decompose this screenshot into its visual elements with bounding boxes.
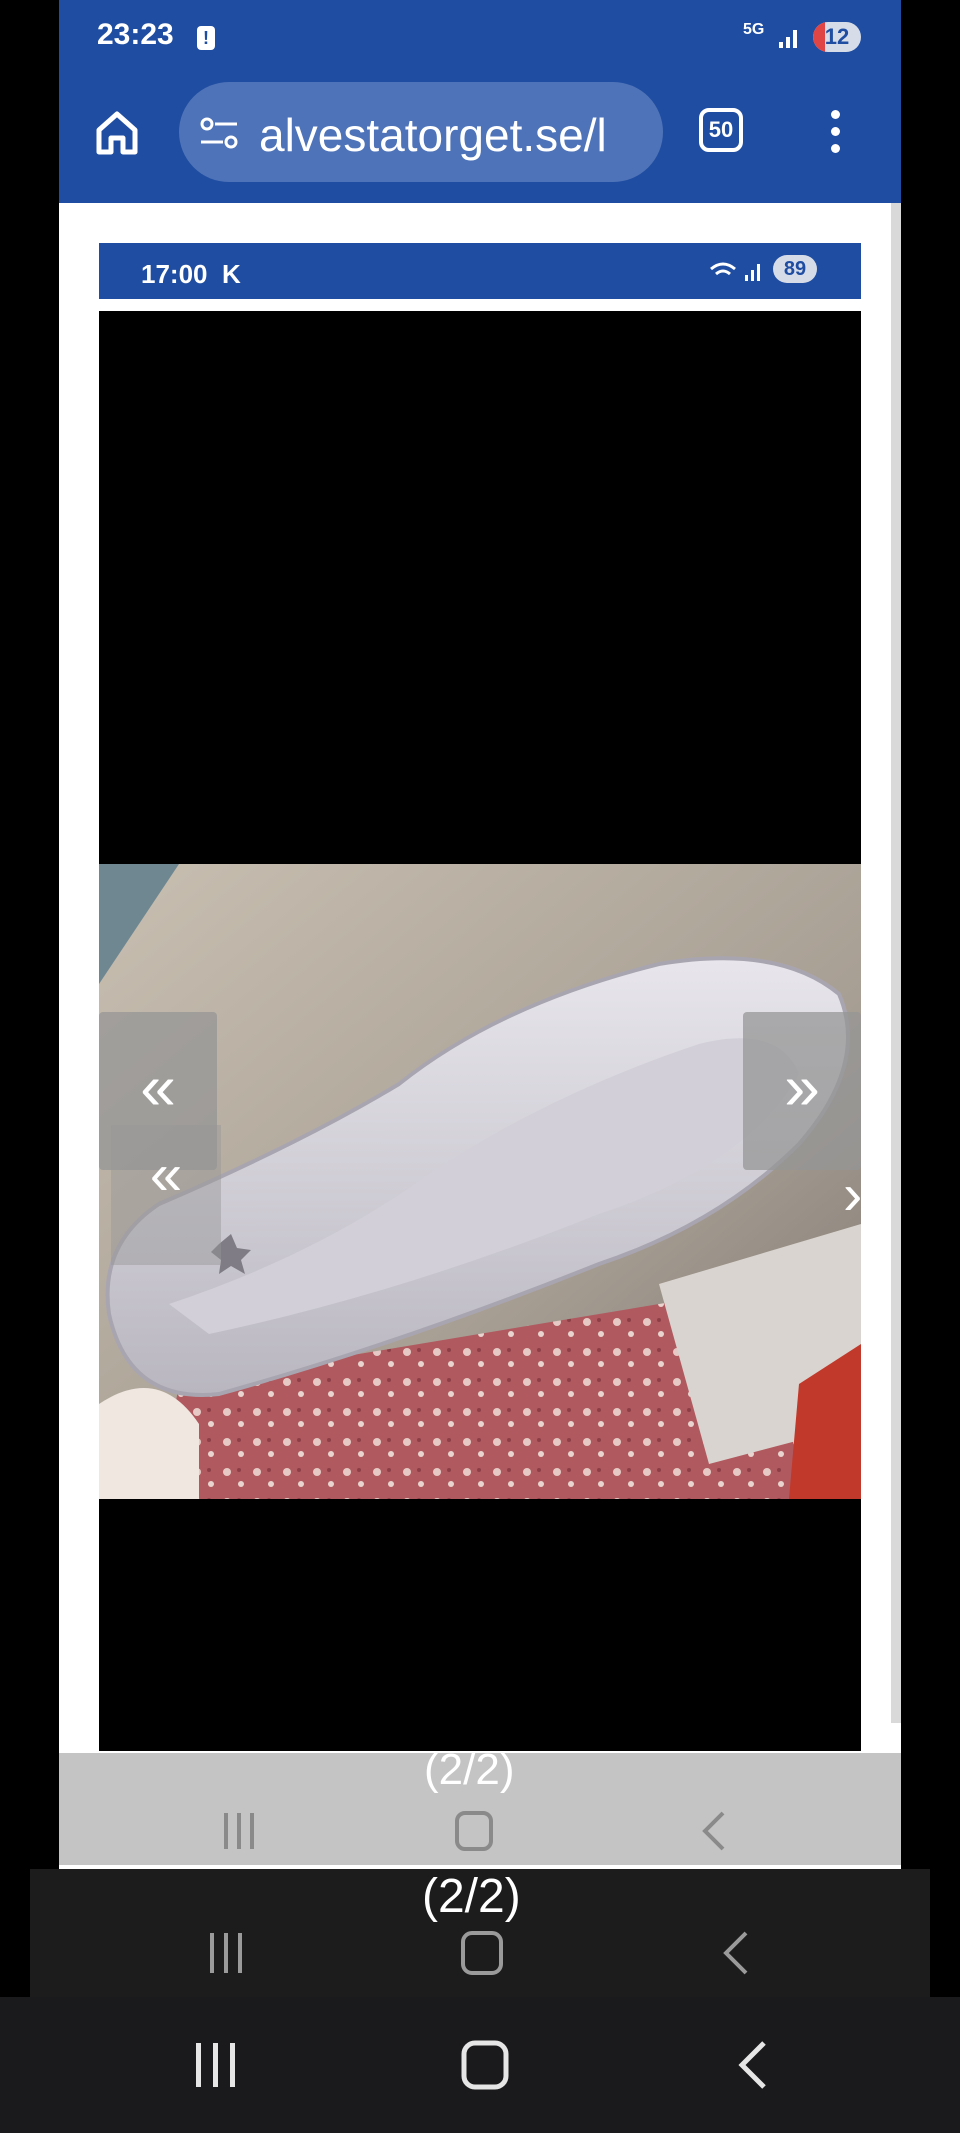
alert-icon: ! <box>197 26 215 50</box>
overlay-nav-icons <box>224 1811 725 1851</box>
dark-overlay-nav-icons <box>210 1931 748 1975</box>
recent-apps-button[interactable] <box>170 2027 260 2103</box>
battery-level: 12 <box>824 24 850 49</box>
tab-switcher-button[interactable]: 50 <box>699 108 743 152</box>
dark-navigation-overlay: (2/2) <box>30 1869 930 1997</box>
next-image-ghost: › <box>843 1162 863 1227</box>
embedded-signal-icon <box>710 262 760 281</box>
image-counter: (2/2) <box>424 1745 515 1794</box>
address-bar[interactable]: alvestatorget.se/l <box>179 82 663 182</box>
status-time: 23:23 <box>97 18 174 51</box>
network-type-icon: 5G <box>743 21 765 38</box>
image-navigation-overlay: (2/2) <box>59 1745 901 1865</box>
battery-indicator: 12 <box>813 22 861 52</box>
image-counter-duplicate: (2/2) <box>422 1870 521 1923</box>
embedded-time: 17:00 K <box>141 259 241 289</box>
embedded-battery: 89 <box>773 255 817 283</box>
overflow-menu-icon[interactable] <box>831 110 841 154</box>
scrollbar[interactable] <box>891 203 901 1723</box>
home-icon[interactable] <box>93 108 141 156</box>
browser-chrome: 23:23 ! 5G 12 alvestatorget.se/l 50 <box>59 0 901 203</box>
image-viewer: « » « › <box>99 311 863 1751</box>
system-navigation-bar <box>0 1997 960 2133</box>
next-image-button[interactable]: » <box>743 1012 861 1170</box>
battery-low-fill <box>813 22 825 52</box>
previous-image-ghost: « <box>111 1125 221 1265</box>
site-settings-icon[interactable] <box>199 116 239 150</box>
web-page: 17:00 K 89 « » « › (2/2) <box>59 203 901 1869</box>
url-text[interactable]: alvestatorget.se/l <box>259 108 607 162</box>
signal-icon <box>779 30 797 48</box>
home-button[interactable] <box>440 2027 530 2103</box>
embedded-status-bar: 17:00 K 89 <box>99 243 861 305</box>
back-button[interactable] <box>710 2027 800 2103</box>
